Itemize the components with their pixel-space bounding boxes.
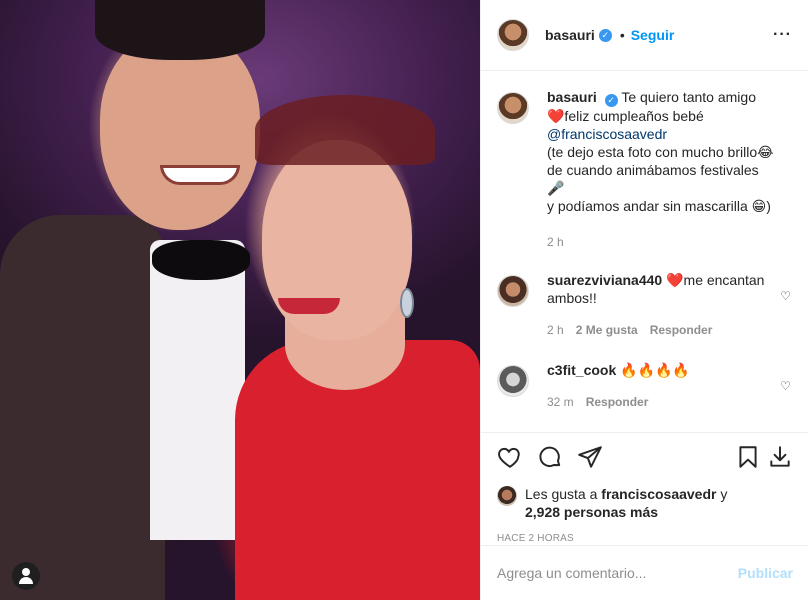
comment-item: c3fit_cook 🔥🔥🔥🔥 32 m Responder ♡ [497,361,793,411]
liked-by-user[interactable]: franciscosaavedr [601,486,716,502]
post-actions: Les gusta a franciscosaavedr y 2,928 per… [481,432,808,544]
caption: basauri ✓ Te quiero tanto amigo ❤️feliz … [497,88,793,251]
comment-time[interactable]: 32 m [547,393,574,411]
comment-username[interactable]: c3fit_cook [547,362,616,378]
likes-and: y [720,486,728,502]
avatar[interactable] [497,486,517,506]
photo-smile-man [160,165,240,185]
reply-button[interactable]: Responder [650,321,713,339]
like-heart-icon[interactable] [497,444,523,470]
comment-username[interactable]: suarezviviana440 [547,272,662,288]
follow-button[interactable]: Seguir [631,27,675,43]
publish-button[interactable]: Publicar [738,565,793,581]
user-tags-icon[interactable] [12,562,40,590]
posted-time[interactable]: HACE 2 HORAS [497,533,793,544]
caption-line: Te quiero tanto amigo [621,89,756,105]
save-bookmark-icon[interactable] [735,444,761,470]
comment-likes-count[interactable]: 2 Me gusta [576,321,638,339]
verified-badge-icon: ✓ [598,28,612,42]
photo-earring [400,288,414,318]
photo-face-man [100,30,260,230]
like-comment-heart-icon[interactable]: ♡ [780,289,791,303]
caption-mention[interactable]: @franciscosaavedr [547,125,777,143]
caption-username[interactable]: basauri [547,89,597,105]
caption-line: ❤️feliz cumpleaños bebé [547,108,704,124]
photo-shirt [150,240,245,540]
photo-hair-woman [255,95,435,165]
caption-line: y podíamos andar sin mascarilla 😁) [547,198,771,214]
likes-summary: Les gusta a franciscosaavedr y 2,928 per… [497,485,793,521]
photo-hair-man [95,0,265,60]
photo-smile-woman [278,298,340,314]
post-sidebar: basauri ✓ • Seguir ··· basauri ✓ Te quie… [480,0,808,600]
like-comment-heart-icon[interactable]: ♡ [780,379,791,393]
avatar[interactable] [497,19,529,51]
comments-list[interactable]: basauri ✓ Te quiero tanto amigo ❤️feliz … [481,72,808,432]
comment-text: 🔥🔥🔥🔥 [620,362,690,378]
comment-bubble-icon[interactable] [537,444,563,470]
separator-dot: • [619,27,625,43]
photo-jacket [0,215,165,600]
post-header: basauri ✓ • Seguir ··· [481,0,808,71]
reply-button[interactable]: Responder [586,393,649,411]
avatar[interactable] [497,92,529,124]
share-send-icon[interactable] [577,444,603,470]
more-options-icon[interactable]: ··· [773,26,792,44]
comment-input[interactable] [497,565,738,581]
author-username[interactable]: basauri [545,27,595,43]
download-icon[interactable] [767,444,793,470]
verified-badge-icon: ✓ [604,94,618,107]
caption-line: (te dejo esta foto con mucho brillo😂 [547,144,774,160]
add-comment-bar: Publicar [481,545,808,600]
likes-count[interactable]: 2,928 personas más [525,504,658,520]
avatar[interactable] [497,365,529,397]
caption-line: de cuando animábamos festivales 🎤 [547,162,759,196]
caption-time[interactable]: 2 h [547,233,564,251]
comment-item: suarezviviana440 ❤️me encantan ambos!! 2… [497,271,793,339]
likes-prefix: Les gusta a [525,486,598,502]
post-photo[interactable] [0,0,480,600]
avatar[interactable] [497,275,529,307]
photo-bowtie [152,240,250,280]
comment-time[interactable]: 2 h [547,321,564,339]
